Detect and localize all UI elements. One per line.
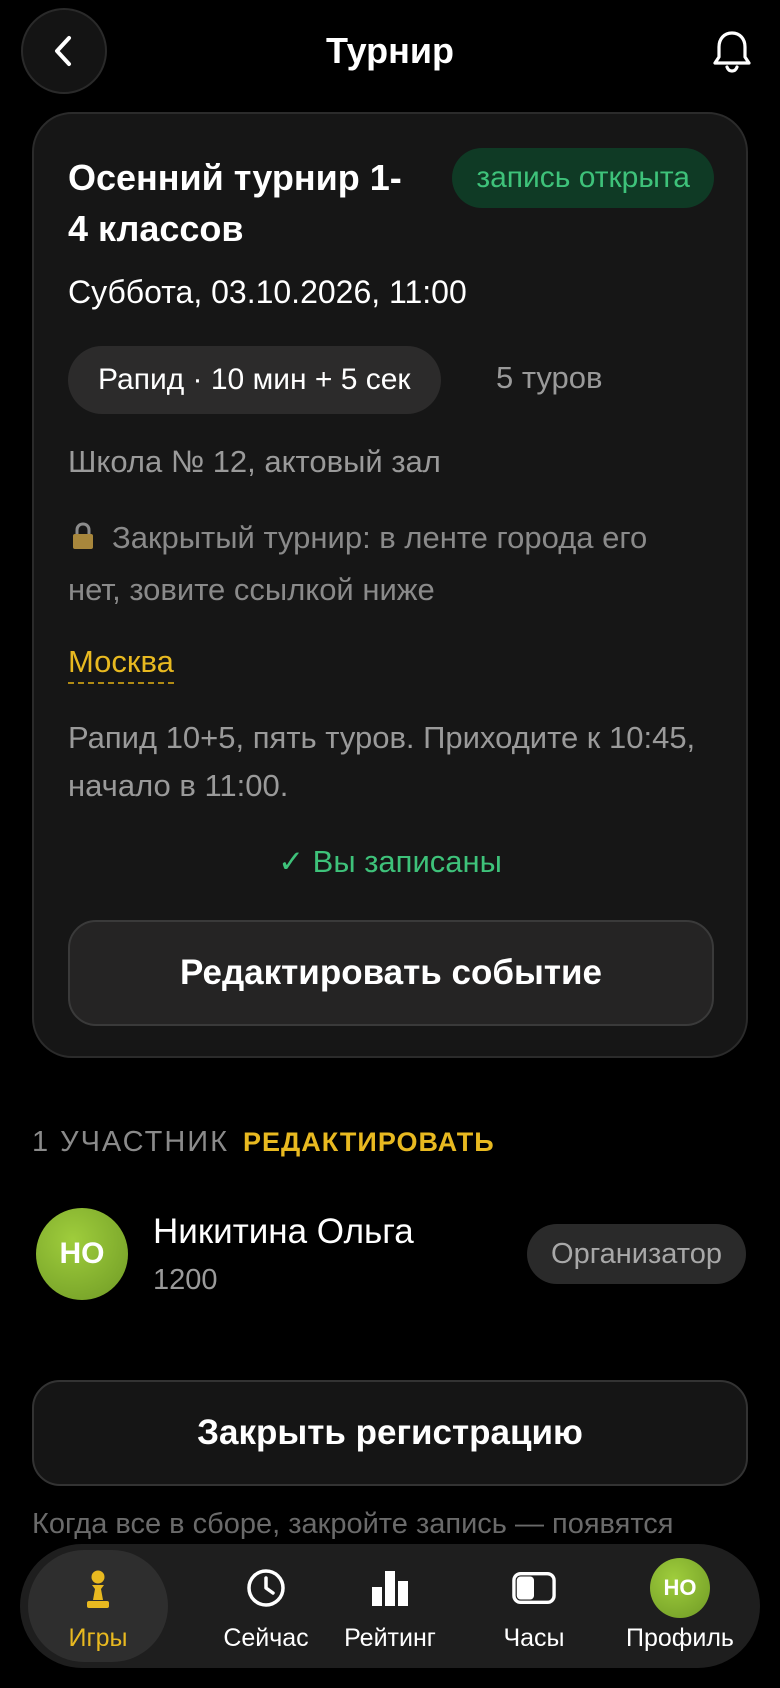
pawn-icon <box>87 1570 109 1608</box>
hint-text: Когда все в сборе, закройте запись — поя… <box>32 1508 674 1540</box>
participants-count: 1 УЧАСТНИК <box>32 1126 230 1158</box>
lock-icon <box>73 522 93 549</box>
bottom-tab-bar: Игры Сейчас Рейтинг Часы НО Профиль <box>20 1544 760 1668</box>
tab-label: Часы <box>503 1624 565 1652</box>
tab-label: Сейчас <box>223 1624 309 1652</box>
closed-note-text: Закрытый турнир: в ленте города его нет,… <box>68 520 648 607</box>
tab-profile[interactable]: НО Профиль <box>610 1544 750 1668</box>
participant-name: Никитина Ольга <box>153 1212 414 1251</box>
tab-label: Игры <box>68 1624 128 1652</box>
registration-status: ✓ Вы записаны <box>278 844 502 879</box>
tab-label: Рейтинг <box>344 1624 436 1652</box>
role-badge: Организатор <box>527 1224 746 1284</box>
tab-label: Профиль <box>626 1624 734 1652</box>
edit-participants-link[interactable]: РЕДАКТИРОВАТЬ <box>243 1127 495 1157</box>
closed-tournament-note: Закрытый турнир: в ленте города его нет,… <box>68 512 698 616</box>
bell-icon[interactable] <box>710 28 754 74</box>
page-title: Турнир <box>325 30 455 71</box>
close-registration-button[interactable]: Закрыть регистрацию <box>32 1380 748 1486</box>
event-description: Рапид 10+5, пять туров. Приходите к 10:4… <box>68 720 696 803</box>
event-place: Школа № 12, актовый зал <box>68 444 441 479</box>
tab-clock[interactable]: Часы <box>464 1544 604 1668</box>
tab-now[interactable]: Сейчас <box>196 1544 336 1668</box>
tab-games[interactable]: Игры <box>28 1550 168 1662</box>
chess-clock-icon <box>512 1571 556 1605</box>
clock-icon <box>247 1569 285 1607</box>
status-badge: запись открыта <box>452 148 714 208</box>
event-title: Осенний турнир 1-4 классов <box>68 157 402 249</box>
avatar: НО <box>650 1558 710 1618</box>
top-bar: Турнир <box>0 0 780 104</box>
participant-row[interactable]: НО Никитина Ольга 1200 Организатор <box>36 1208 746 1300</box>
participants-header: 1 УЧАСТНИК РЕДАКТИРОВАТЬ <box>32 1126 495 1159</box>
tab-rating[interactable]: Рейтинг <box>320 1544 460 1668</box>
avatar: НО <box>36 1208 128 1300</box>
participant-rating: 1200 <box>153 1264 218 1296</box>
event-card: Осенний турнир 1-4 классов запись открыт… <box>32 112 748 1058</box>
city-link[interactable]: Москва <box>68 644 174 684</box>
bar-chart-icon <box>372 1571 408 1606</box>
edit-event-button[interactable]: Редактировать событие <box>68 920 714 1026</box>
event-date: Суббота, 03.10.2026, 11:00 <box>68 274 467 310</box>
format-pill: Рапид · 10 мин + 5 сек <box>68 346 441 414</box>
rounds-count: 5 туров <box>496 360 603 395</box>
